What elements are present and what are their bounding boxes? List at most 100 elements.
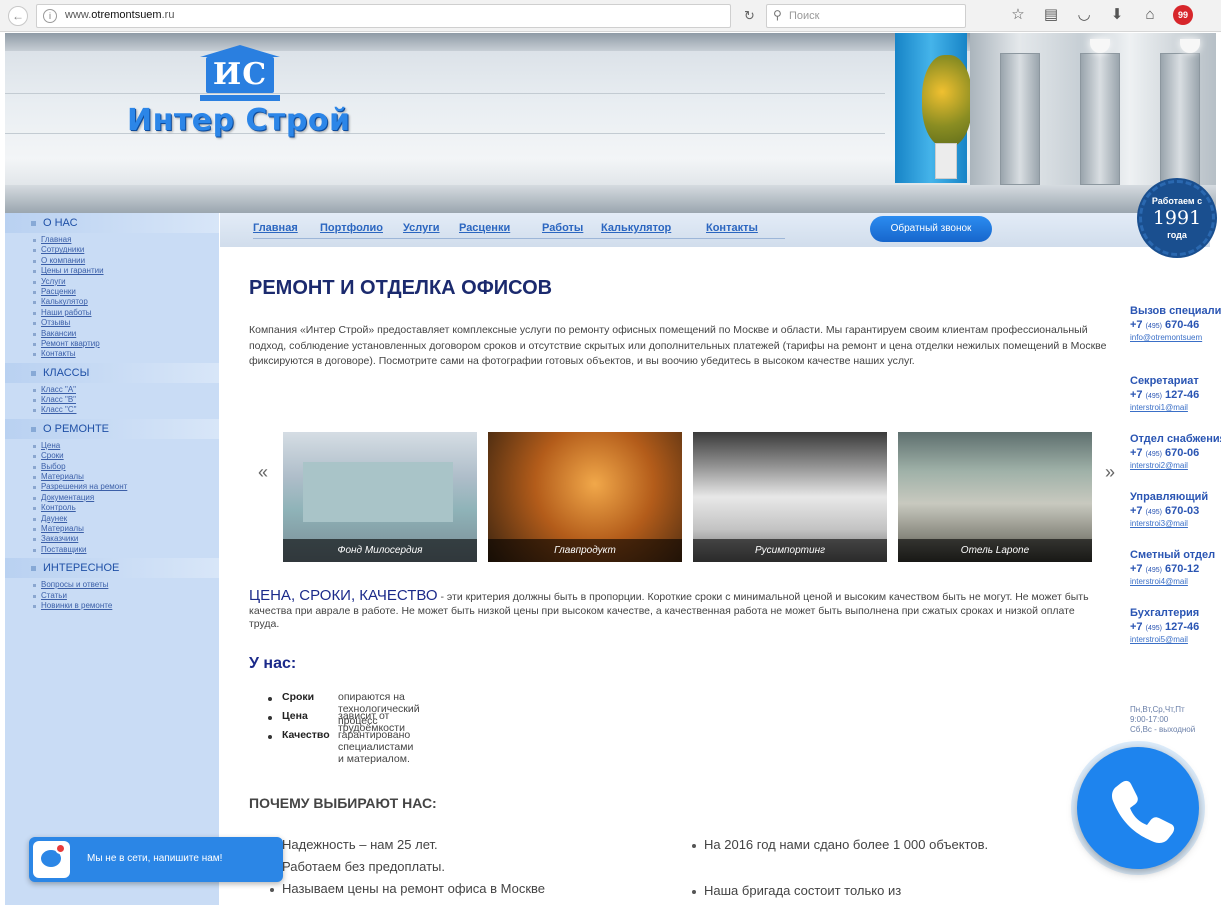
sidebar-link[interactable]: Статьи [41, 591, 67, 601]
nav-link-home[interactable]: Главная [253, 222, 298, 234]
contact-email[interactable]: interstroi1@mail [1130, 403, 1221, 412]
sidebar-link[interactable]: Класс "А" [41, 385, 76, 395]
reload-icon[interactable]: ↻ [744, 8, 755, 24]
back-button[interactable]: ← [8, 6, 28, 26]
callback-button[interactable]: Обратный звонок [870, 216, 992, 242]
contact-phone[interactable]: +7 (495) 670-03 [1130, 505, 1221, 517]
call-button[interactable] [1077, 747, 1199, 869]
contact-email[interactable]: interstroi2@mail [1130, 461, 1221, 470]
contact-title: Бухгалтерия [1130, 607, 1200, 619]
sidebar-item: Новинки в ремонте [5, 601, 219, 611]
gallery-photo[interactable]: Главпродукт [488, 432, 682, 562]
sidebar-item: Заказчики [5, 534, 219, 544]
sidebar-link[interactable]: Главная [41, 235, 71, 245]
sidebar-link[interactable]: Материалы [41, 524, 84, 534]
sidebar-link[interactable]: Цена [41, 441, 60, 451]
nav-link-contacts[interactable]: Контакты [706, 222, 758, 234]
sidebar-section-header[interactable]: О РЕМОНТЕ [5, 418, 219, 439]
gallery-caption: Фонд Милосердия [283, 539, 477, 562]
contact-email[interactable]: interstroi5@mail [1130, 635, 1221, 644]
bookmark-star-icon[interactable]: ☆ [1008, 5, 1028, 25]
contact-phone[interactable]: +7 (495) 670-06 [1130, 447, 1221, 459]
sidebar-link[interactable]: Контакты [41, 349, 76, 359]
sidebar-link[interactable]: Услуги [41, 277, 66, 287]
address-bar[interactable]: i www.otremontsuem.ru [36, 4, 731, 28]
sidebar-link[interactable]: Сотрудники [41, 245, 84, 255]
gallery-prev-arrow[interactable]: « [258, 462, 268, 483]
sidebar-link[interactable]: Контроль [41, 503, 76, 513]
chat-widget[interactable]: Мы не в сети, напишите нам! [29, 837, 283, 882]
sidebar-item: Вопросы и ответы [5, 580, 219, 590]
top-nav-links: Главная Портфолио Услуги Расценки Работы… [253, 217, 785, 239]
bullet-icon [33, 604, 36, 608]
sidebar-section-header[interactable]: ИНТЕРЕСНОЕ [5, 558, 219, 579]
contact-email[interactable]: interstroi4@mail [1130, 577, 1221, 586]
contacts-panel: Вызов специалиста +7 (495) 670-46 info@otr… [1130, 305, 1221, 665]
quality-heading: ЦЕНА, СРОКИ, КАЧЕСТВО [249, 587, 438, 604]
banner-elevator-image [970, 33, 1216, 185]
sidebar-link[interactable]: Документация [41, 493, 94, 503]
banner-plant-pot [935, 143, 957, 179]
library-icon[interactable]: ▤ [1041, 5, 1061, 25]
contact-phone[interactable]: +7 (495) 127-46 [1130, 389, 1221, 401]
sidebar-item: Разрешения на ремонт [5, 482, 219, 492]
nav-link-works[interactable]: Работы [542, 222, 583, 234]
bullet-icon [268, 716, 272, 720]
sidebar-link[interactable]: Цены и гарантии [41, 266, 104, 276]
nav-link-services[interactable]: Услуги [403, 222, 440, 234]
sidebar-item: О компании [5, 256, 219, 266]
sidebar-link[interactable]: Отзывы [41, 318, 70, 328]
nav-link-prices[interactable]: Расценки [459, 222, 510, 234]
bullet-icon [33, 548, 36, 552]
seal-year: 1991 [1152, 207, 1202, 229]
sidebar-link[interactable]: О компании [41, 256, 85, 266]
us-key: Качество [282, 729, 330, 741]
sidebar-section-header[interactable]: О НАС [5, 213, 219, 233]
sidebar-item: Отзывы [5, 318, 219, 328]
contact-email[interactable]: interstroi3@mail [1130, 519, 1221, 528]
contact-block: Сметный отдел +7 (495) 670-12 interstroi4@… [1130, 549, 1221, 607]
sidebar-link[interactable]: Разрешения на ремонт [41, 482, 127, 492]
sidebar-section-header[interactable]: КЛАССЫ [5, 362, 219, 383]
sidebar-link[interactable]: Калькулятор [41, 297, 88, 307]
nav-link-calculator[interactable]: Калькулятор [601, 222, 671, 234]
contact-phone[interactable]: +7 (495) 670-46 [1130, 319, 1221, 331]
sidebar-link[interactable]: Выбор [41, 462, 66, 472]
sidebar-link[interactable]: Заказчики [41, 534, 78, 544]
logo-icon[interactable]: ИС [200, 45, 280, 103]
info-icon[interactable]: i [43, 9, 57, 23]
sidebar-link[interactable]: Ремонт квартир [41, 339, 100, 349]
bullet-icon [33, 239, 36, 242]
sidebar-link[interactable]: Класс "C" [41, 405, 76, 415]
pocket-icon[interactable]: ◡ [1074, 5, 1094, 25]
sidebar-list: Главная Сотрудники О компании Цены и гарант… [5, 233, 219, 363]
gallery-photo[interactable]: Фонд Милосердия [283, 432, 477, 562]
sidebar-link[interactable]: Наши работы [41, 308, 92, 318]
bullet-icon [33, 342, 36, 346]
sidebar-link[interactable]: Даунек [41, 514, 67, 524]
home-icon[interactable]: ⌂ [1140, 5, 1160, 25]
sidebar-link[interactable]: Вопросы и ответы [41, 580, 108, 590]
sidebar-link[interactable]: Материалы [41, 472, 84, 482]
sidebar-link[interactable]: Поставщики [41, 545, 87, 555]
sidebar-link[interactable]: Вакансии [41, 329, 76, 339]
extension-badge-icon[interactable]: 99 [1173, 5, 1193, 25]
contact-phone[interactable]: +7 (495) 670-12 [1130, 563, 1221, 575]
sidebar-link[interactable]: Расценки [41, 287, 76, 297]
download-icon[interactable]: ⬇ [1107, 5, 1127, 25]
nav-link-portfolio[interactable]: Портфолио [320, 222, 383, 234]
contact-email[interactable]: info@otremontsuem [1130, 333, 1221, 342]
logo-name[interactable]: Интер Строй [127, 103, 351, 138]
contact-phone[interactable]: +7 (495) 127-46 [1130, 621, 1221, 633]
elevator-door [1160, 53, 1200, 185]
sidebar-link[interactable]: Сроки [41, 451, 64, 461]
sidebar-link[interactable]: Класс "B" [41, 395, 76, 405]
sidebar-list: Цена Сроки Выбор Материалы Разрешения на рем… [5, 439, 219, 558]
gallery-next-arrow[interactable]: » [1105, 462, 1115, 483]
gallery-photo[interactable]: Отель Lapone [898, 432, 1092, 562]
search-bar[interactable]: ⚲ Поиск [766, 4, 966, 28]
list-item: На 2016 год нами сдано более 1 000 объек… [692, 836, 1012, 882]
sidebar-link[interactable]: Новинки в ремонте [41, 601, 112, 611]
gallery-photo[interactable]: Русимпортинг [693, 432, 887, 562]
sidebar: О НАС Главная Сотрудники О компании Цены и г… [5, 213, 219, 905]
